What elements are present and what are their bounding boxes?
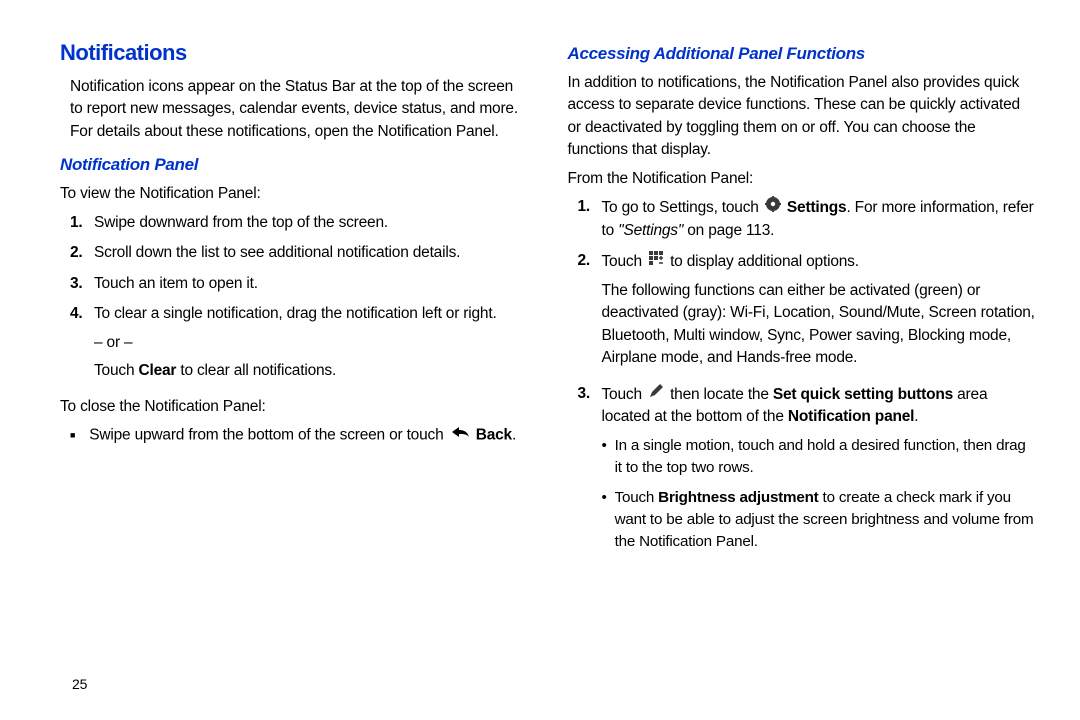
right-column: Accessing Additional Panel Functions In … xyxy=(568,40,1036,569)
left-column: Notifications Notification icons appear … xyxy=(60,40,528,569)
close-intro: To close the Notification Panel: xyxy=(60,396,528,418)
quick-setting-label: Set quick setting buttons xyxy=(773,385,953,402)
page-number: 25 xyxy=(72,676,87,692)
addl-step-3: 3. Touch then locate the Set quick setti… xyxy=(578,383,1036,561)
step-1: 1.Swipe downward from the top of the scr… xyxy=(70,212,528,234)
close-step: Swipe upward from the bottom of the scre… xyxy=(70,424,528,447)
sub-bullet-1: In a single motion, touch and hold a des… xyxy=(602,435,1036,479)
intro-text: Notification icons appear on the Status … xyxy=(70,76,528,143)
sub-bullets: In a single motion, touch and hold a des… xyxy=(602,435,1036,553)
notification-panel-label: Notification panel xyxy=(788,408,914,425)
addl-step-2: 2. Touch to display additional options. … xyxy=(578,250,1036,374)
functions-body: The following functions can either be ac… xyxy=(602,280,1036,370)
close-steps-list: Swipe upward from the bottom of the scre… xyxy=(70,424,528,447)
step-2: 2.Scroll down the list to see additional… xyxy=(70,242,528,264)
heading-additional-functions: Accessing Additional Panel Functions xyxy=(568,44,1036,64)
settings-label: Settings xyxy=(787,199,847,216)
clear-label: Clear xyxy=(138,362,176,379)
view-steps-list: 1.Swipe downward from the top of the scr… xyxy=(70,212,528,388)
step-4: 4. To clear a single notification, drag … xyxy=(70,303,528,387)
from-intro: From the Notification Panel: xyxy=(568,168,1036,190)
back-label: Back xyxy=(476,426,512,443)
or-divider: – or – xyxy=(94,332,528,354)
back-icon xyxy=(450,424,470,446)
additional-intro: In addition to notifications, the Notifi… xyxy=(568,72,1036,162)
view-intro: To view the Notification Panel: xyxy=(60,183,528,205)
grid-icon xyxy=(648,250,664,273)
step-3: 3.Touch an item to open it. xyxy=(70,273,528,295)
addl-step-1: 1. To go to Settings, touch Settings. Fo… xyxy=(578,196,1036,242)
sub-bullet-2: Touch Brightness adjustment to create a … xyxy=(602,487,1036,553)
gear-icon xyxy=(765,196,781,219)
pencil-icon xyxy=(648,383,664,406)
additional-steps-list: 1. To go to Settings, touch Settings. Fo… xyxy=(578,196,1036,560)
brightness-label: Brightness adjustment xyxy=(658,489,818,506)
heading-notifications: Notifications xyxy=(60,40,528,66)
heading-notification-panel: Notification Panel xyxy=(60,155,528,175)
settings-ref: "Settings" xyxy=(618,222,683,239)
